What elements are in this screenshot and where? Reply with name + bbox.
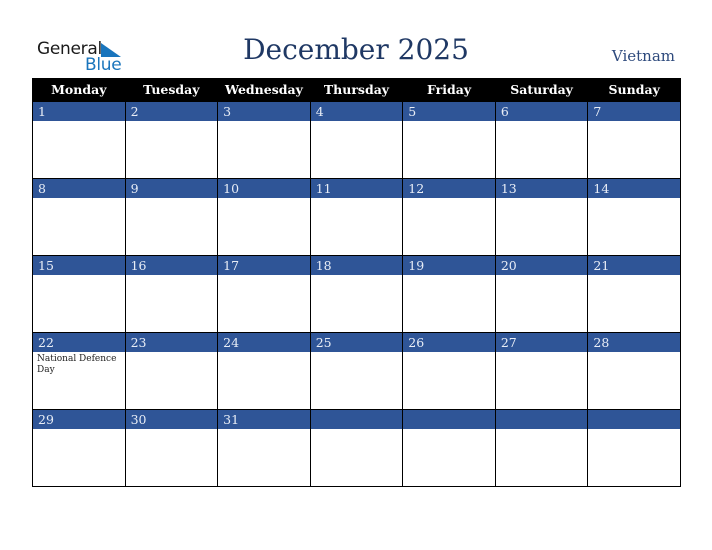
day-number: 3 <box>218 102 310 121</box>
day-cell[interactable]: 13 <box>494 178 589 256</box>
day-number: 2 <box>125 102 218 121</box>
day-cell[interactable] <box>587 409 681 487</box>
day-cell[interactable]: 16 <box>124 255 219 333</box>
day-number: 22 <box>33 333 125 352</box>
day-number: 5 <box>403 102 495 121</box>
day-number: 23 <box>125 333 218 352</box>
week-row: 1234567 <box>32 101 681 179</box>
day-cell[interactable]: 7 <box>587 101 681 179</box>
weekday-header: Wednesday <box>217 78 311 102</box>
week-row: 29 30 31 <box>32 409 681 487</box>
day-number: 19 <box>403 256 495 275</box>
day-number <box>403 410 495 429</box>
day-number: 24 <box>218 333 310 352</box>
day-cell[interactable]: 12 <box>402 178 496 256</box>
day-cell[interactable]: 25 <box>309 332 404 410</box>
weekday-header-row: Monday Tuesday Wednesday Thursday Friday… <box>32 78 681 102</box>
day-number: 30 <box>125 410 218 429</box>
country-label: Vietnam <box>611 47 675 65</box>
day-number: 16 <box>125 256 218 275</box>
weekday-header: Monday <box>32 78 126 102</box>
day-cell[interactable]: 23 <box>124 332 219 410</box>
day-cell[interactable]: 15 <box>32 255 126 333</box>
day-cell[interactable] <box>494 409 589 487</box>
day-cell[interactable]: 29 <box>32 409 126 487</box>
day-number: 4 <box>310 102 403 121</box>
day-cell[interactable]: 27 <box>494 332 589 410</box>
day-cell[interactable]: 17 <box>217 255 311 333</box>
day-number: 12 <box>403 179 495 198</box>
day-number <box>495 410 588 429</box>
day-number: 9 <box>125 179 218 198</box>
day-number: 7 <box>588 102 680 121</box>
day-cell[interactable]: 24 <box>217 332 311 410</box>
day-cell[interactable]: 3 <box>217 101 311 179</box>
day-number: 10 <box>218 179 310 198</box>
day-number: 21 <box>588 256 680 275</box>
week-row: 8 9 10 11 12 13 14 <box>32 178 681 256</box>
day-number: 15 <box>33 256 125 275</box>
day-cell[interactable]: 21 <box>587 255 681 333</box>
weekday-header: Thursday <box>309 78 404 102</box>
day-number: 20 <box>495 256 588 275</box>
day-cell[interactable]: 5 <box>402 101 496 179</box>
day-cell[interactable]: 14 <box>587 178 681 256</box>
day-number: 8 <box>33 179 125 198</box>
day-number: 28 <box>588 333 680 352</box>
day-cell[interactable]: 22 National Defence Day <box>32 332 126 410</box>
calendar-title: December 2025 <box>243 33 469 66</box>
calendar-grid: Monday Tuesday Wednesday Thursday Friday… <box>32 78 681 487</box>
weekday-header: Friday <box>402 78 496 102</box>
day-cell[interactable]: 10 <box>217 178 311 256</box>
day-cell[interactable]: 2 <box>124 101 219 179</box>
week-row: 15 16 17 18 19 20 21 <box>32 255 681 333</box>
weekday-header: Tuesday <box>124 78 219 102</box>
day-number: 29 <box>33 410 125 429</box>
day-cell[interactable]: 1 <box>32 101 126 179</box>
holiday-label: National Defence Day <box>37 354 117 375</box>
day-number <box>588 410 680 429</box>
day-number: 14 <box>588 179 680 198</box>
day-number: 6 <box>495 102 588 121</box>
day-number: 13 <box>495 179 588 198</box>
day-number: 1 <box>33 102 125 121</box>
day-cell[interactable]: 4 <box>309 101 404 179</box>
day-cell[interactable] <box>309 409 404 487</box>
day-number: 17 <box>218 256 310 275</box>
day-number: 27 <box>495 333 588 352</box>
weekday-header: Saturday <box>494 78 589 102</box>
day-cell[interactable]: 8 <box>32 178 126 256</box>
day-cell[interactable] <box>402 409 496 487</box>
day-number: 18 <box>310 256 403 275</box>
day-cell[interactable]: 30 <box>124 409 219 487</box>
day-cell[interactable]: 28 <box>587 332 681 410</box>
day-cell[interactable]: 6 <box>494 101 589 179</box>
day-cell[interactable]: 19 <box>402 255 496 333</box>
day-cell[interactable]: 9 <box>124 178 219 256</box>
day-cell[interactable]: 11 <box>309 178 404 256</box>
day-number: 11 <box>310 179 403 198</box>
day-cell[interactable]: 31 <box>217 409 311 487</box>
day-cell[interactable]: 26 <box>402 332 496 410</box>
day-number: 31 <box>218 410 310 429</box>
day-number <box>310 410 403 429</box>
day-number: 26 <box>403 333 495 352</box>
day-number: 25 <box>310 333 403 352</box>
day-cell[interactable]: 18 <box>309 255 404 333</box>
weekday-header: Sunday <box>587 78 681 102</box>
day-cell[interactable]: 20 <box>494 255 589 333</box>
week-row: 22 National Defence Day 23 24 25 26 27 28 <box>32 332 681 410</box>
